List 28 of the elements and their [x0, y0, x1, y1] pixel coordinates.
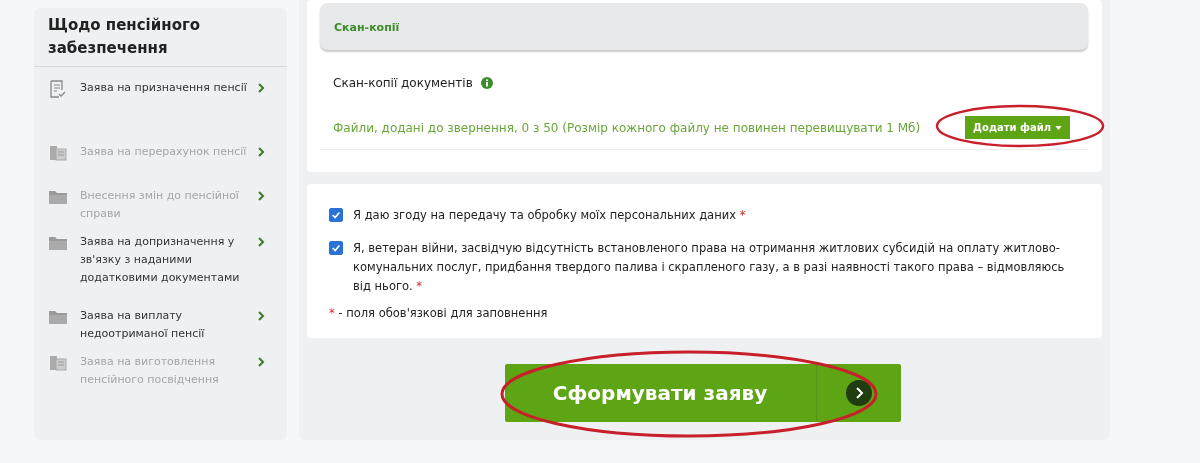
info-icon[interactable]	[480, 77, 493, 89]
document-check-icon	[48, 79, 68, 99]
add-file-button[interactable]: Додати файл	[965, 116, 1070, 139]
required-note: * - поля обов'язкові для заповнення	[329, 306, 549, 320]
document-stack-icon	[48, 143, 68, 163]
chevron-icon	[257, 357, 265, 367]
checkmark-icon	[331, 243, 341, 253]
section-title: Скан-копії	[334, 21, 400, 34]
chevron-icon	[257, 311, 265, 321]
chevron-icon	[257, 83, 265, 93]
sidebar-item[interactable]: Заява на призначення пенсії	[34, 71, 287, 135]
chevron-icon	[257, 147, 265, 157]
checkbox[interactable]	[329, 208, 343, 222]
sidebar-item[interactable]: Заява на виплату недоотриманої пенсії	[34, 299, 287, 345]
checkmark-icon	[331, 210, 341, 220]
consent-text: Я даю згоду на передачу та обробку моїх персональних даних *	[353, 207, 746, 224]
document-stack-icon	[48, 353, 68, 373]
chevron-icon	[257, 237, 265, 247]
arrow-circle-icon	[845, 380, 872, 406]
consent-text: Я, ветеран війни, засвідчую відсутність встановленого права на отримання житлових субсидій на оплату житлово-комунальних послуг, придбання твердого палива і скрапленого газу, а в разі наявності такого права – відмовляюсь від нього. *	[353, 240, 1066, 295]
field-label: Скан-копії документів	[333, 76, 473, 90]
sidebar-item[interactable]: Заява на допризначення у зв'язку з наданими додатковими документами	[34, 225, 287, 299]
submit-button[interactable]: Сформувати заяву	[504, 364, 901, 422]
chevron-icon	[257, 191, 265, 201]
caret-icon	[1055, 125, 1062, 130]
checkbox[interactable]	[329, 241, 343, 255]
files-note: Файли, додані до звернення, 0 з 50 (Розмір кожного файлу не повинен перевищувати 1 Мб)	[333, 120, 921, 135]
sidebar-title: Щодо пенсійного забезпечення	[34, 8, 287, 67]
